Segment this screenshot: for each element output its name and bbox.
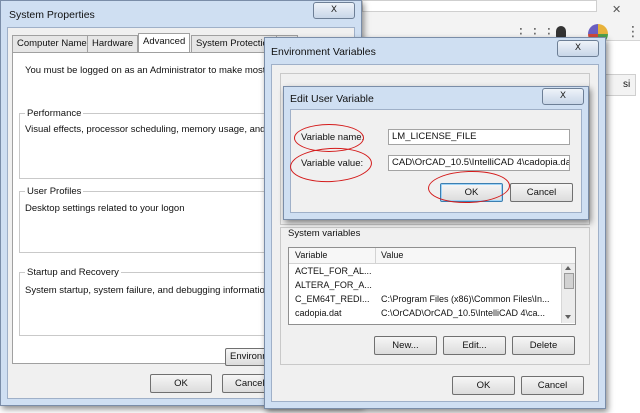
- background-side-button[interactable]: si: [604, 74, 636, 96]
- variable-cell: ALTERA_FOR_A...: [295, 280, 372, 290]
- side-button-label: si: [623, 79, 631, 90]
- system-variables-table[interactable]: Variable Value ACTEL_FOR_AL... ALTERA_FO…: [288, 247, 576, 325]
- close-icon: X: [330, 5, 338, 15]
- table-row[interactable]: cadopia.dat C:\OrCAD\OrCAD_10.5\IntelliC…: [289, 307, 561, 321]
- table-row[interactable]: ACTEL_FOR_AL...: [289, 265, 561, 279]
- startup-recovery-description: System startup, system failure, and debu…: [25, 285, 271, 296]
- variable-value-field[interactable]: CAD\OrCAD_10.5\IntelliCAD 4\cadopia.dat: [388, 155, 570, 171]
- ok-button[interactable]: OK: [150, 374, 212, 393]
- column-header-variable[interactable]: Variable: [295, 249, 327, 262]
- admin-notice: You must be logged on as an Administrato…: [25, 65, 277, 76]
- close-icon: X: [574, 43, 582, 53]
- cancel-button[interactable]: Cancel: [510, 183, 573, 202]
- variable-cell: C_EM64T_REDI...: [295, 294, 370, 304]
- kebab-menu-icon[interactable]: ⋮: [626, 24, 640, 40]
- system-variables-heading: System variables: [286, 228, 363, 239]
- window-title: System Properties: [9, 9, 95, 21]
- value-cell: C:\OrCAD\OrCAD_10.5\IntelliCAD 4\ca...: [381, 308, 546, 318]
- tab-computer-name[interactable]: Computer Name: [12, 35, 92, 52]
- new-button[interactable]: New...: [374, 336, 437, 355]
- column-divider: [375, 248, 376, 263]
- variable-cell: ACTEL_FOR_AL...: [295, 266, 372, 276]
- scroll-up-icon[interactable]: [565, 266, 571, 270]
- performance-heading: Performance: [25, 108, 84, 119]
- ok-button[interactable]: OK: [452, 376, 515, 395]
- table-header: Variable Value: [289, 248, 575, 264]
- close-button[interactable]: X: [557, 40, 599, 57]
- tab-advanced[interactable]: Advanced: [138, 33, 191, 52]
- close-button[interactable]: X: [542, 88, 584, 105]
- scroll-thumb[interactable]: [564, 273, 574, 289]
- browser-close-icon[interactable]: ✕: [612, 3, 621, 16]
- dialog-title: Edit User Variable: [290, 93, 374, 105]
- scroll-down-icon[interactable]: [565, 315, 571, 319]
- variable-name-field[interactable]: LM_LICENSE_FILE: [388, 129, 570, 145]
- table-row[interactable]: C_EM64T_REDI... C:\Program Files (x86)\C…: [289, 293, 561, 307]
- user-profiles-heading: User Profiles: [25, 186, 84, 197]
- tab-hardware[interactable]: Hardware: [87, 35, 139, 52]
- table-row[interactable]: ALTERA_FOR_A...: [289, 279, 561, 293]
- window-title: Environment Variables: [271, 46, 376, 58]
- close-icon: X: [559, 91, 567, 101]
- startup-recovery-heading: Startup and Recovery: [25, 267, 121, 278]
- variable-cell: cadopia.dat: [295, 308, 342, 318]
- vertical-scrollbar[interactable]: [561, 264, 575, 323]
- delete-button[interactable]: Delete: [512, 336, 575, 355]
- browser-address-bar[interactable]: [362, 0, 597, 12]
- performance-description: Visual effects, processor scheduling, me…: [25, 124, 273, 135]
- column-header-value[interactable]: Value: [381, 249, 403, 262]
- edit-button[interactable]: Edit...: [443, 336, 506, 355]
- value-cell: C:\Program Files (x86)\Common Files\In..…: [381, 294, 550, 304]
- cancel-button[interactable]: Cancel: [521, 376, 584, 395]
- close-button[interactable]: X: [313, 2, 355, 19]
- user-profiles-description: Desktop settings related to your logon: [25, 203, 185, 214]
